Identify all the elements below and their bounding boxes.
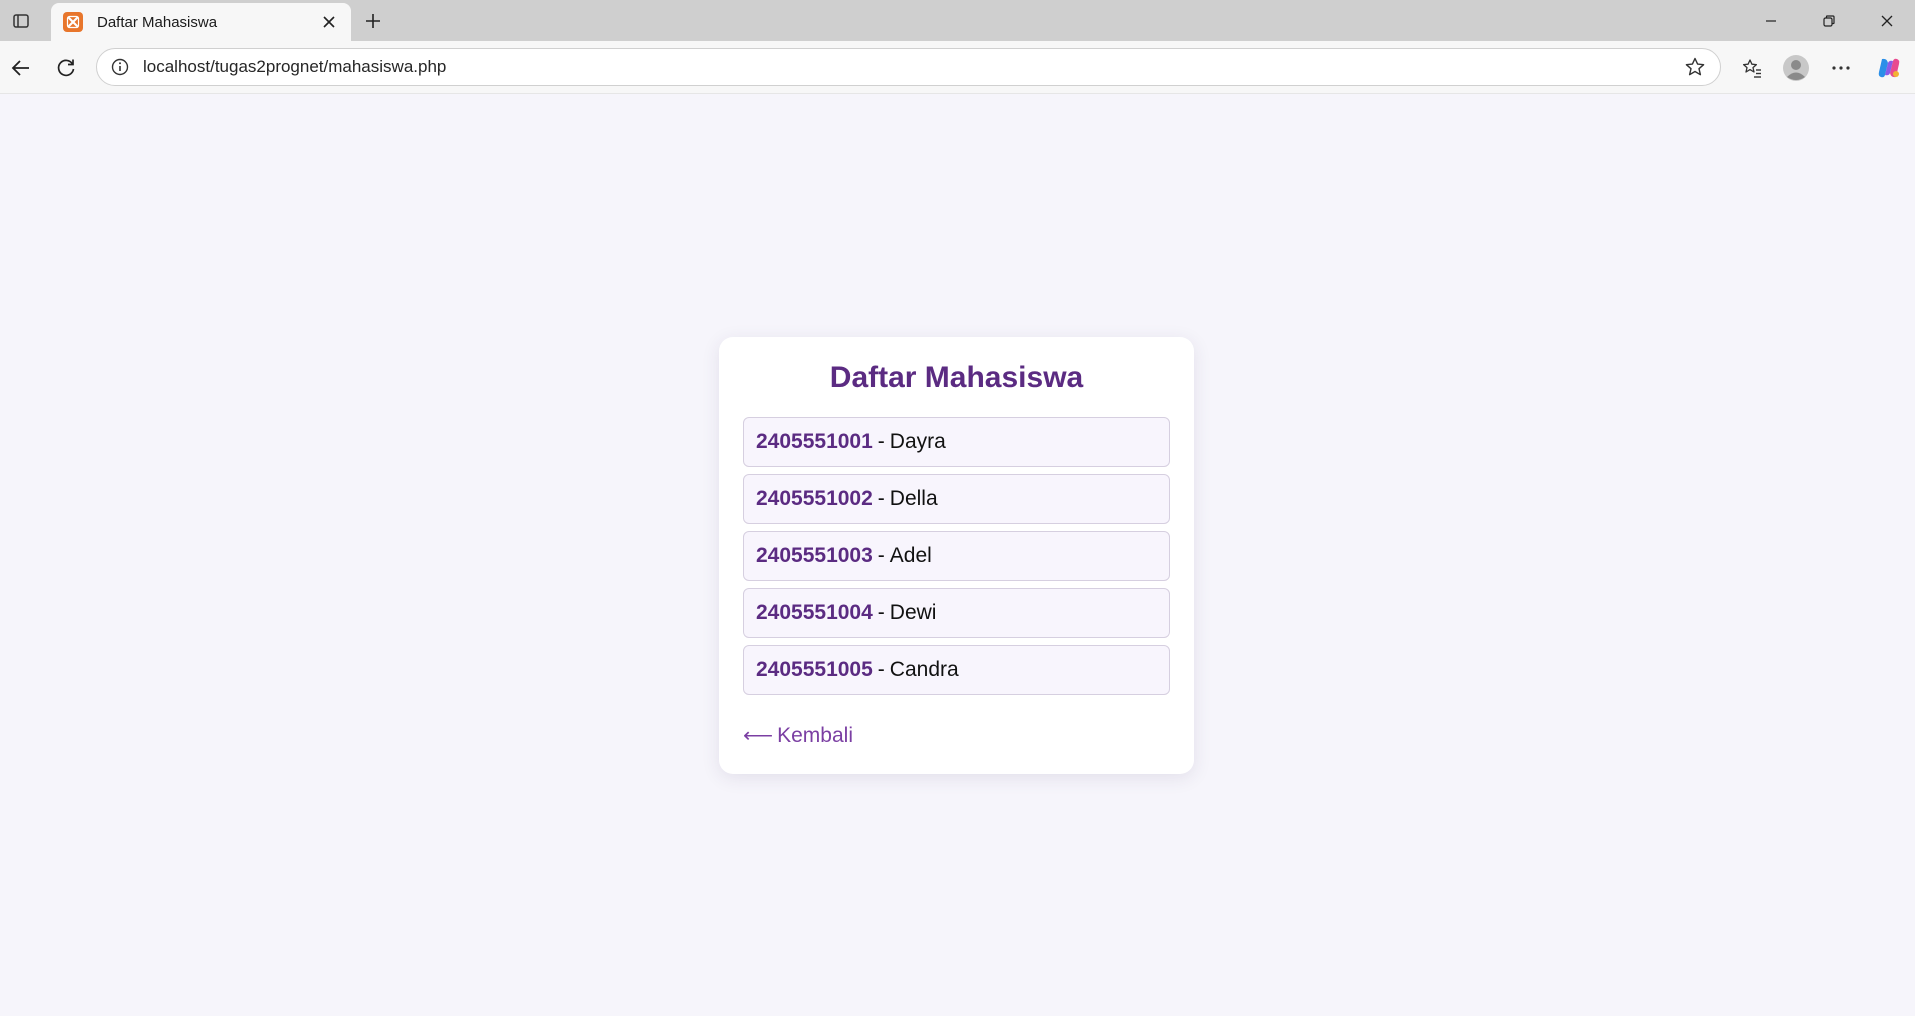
active-tab[interactable]: Daftar Mahasiswa <box>51 3 351 41</box>
copilot-icon <box>1878 58 1900 78</box>
back-button[interactable] <box>5 52 37 84</box>
back-link-label: Kembali <box>777 723 853 747</box>
separator: - <box>877 544 885 567</box>
arrow-left-icon <box>11 60 29 76</box>
tab-actions-button[interactable] <box>6 6 36 36</box>
student-name: Adel <box>889 544 932 567</box>
more-menu-button[interactable] <box>1825 52 1857 84</box>
page-title: Daftar Mahasiswa <box>829 361 1084 394</box>
student-nim: 2405551002 <box>756 487 873 510</box>
profile-button[interactable] <box>1780 52 1812 84</box>
refresh-button[interactable] <box>50 52 82 84</box>
favorites-list-icon <box>1742 59 1761 78</box>
refresh-icon <box>57 59 75 77</box>
minimize-icon <box>1766 19 1776 22</box>
minimize-button[interactable] <box>1743 0 1799 41</box>
close-window-button[interactable] <box>1859 0 1915 41</box>
close-icon <box>323 16 335 28</box>
student-name: Candra <box>889 658 959 681</box>
arrow-left-icon: ⟵ <box>743 724 774 747</box>
close-icon <box>1881 15 1893 26</box>
list-item: 2405551004 - Dewi <box>743 588 1170 638</box>
separator: - <box>877 601 885 624</box>
separator: - <box>877 487 885 510</box>
student-name: Dewi <box>889 601 937 624</box>
url-text[interactable]: localhost/tugas2prognet/mahasiswa.php <box>143 57 1682 77</box>
student-name: Dayra <box>889 430 946 453</box>
list-item: 2405551002 - Della <box>743 474 1170 524</box>
student-nim: 2405551005 <box>756 658 873 681</box>
new-tab-button[interactable] <box>358 6 388 36</box>
restore-button[interactable] <box>1801 0 1857 41</box>
avatar-icon <box>1783 55 1809 81</box>
tab-close-button[interactable] <box>319 12 339 32</box>
student-nim: 2405551003 <box>756 544 873 567</box>
browser-toolbar: localhost/tugas2prognet/mahasiswa.php <box>0 41 1915 93</box>
separator: - <box>877 430 885 453</box>
list-item: 2405551001 - Dayra <box>743 417 1170 467</box>
student-nim: 2405551004 <box>756 601 873 624</box>
tab-actions-icon <box>13 14 29 28</box>
copilot-button[interactable] <box>1873 52 1905 84</box>
restore-icon <box>1823 14 1835 27</box>
xampp-favicon-icon <box>63 12 83 32</box>
back-link[interactable]: ⟵ Kembali <box>743 723 853 748</box>
list-item: 2405551003 - Adel <box>743 531 1170 581</box>
address-bar[interactable]: localhost/tugas2prognet/mahasiswa.php <box>96 48 1721 86</box>
page-viewport: Daftar Mahasiswa 2405551001 - Dayra 2405… <box>0 93 1915 1016</box>
list-item: 2405551005 - Candra <box>743 645 1170 695</box>
more-dots-icon <box>1832 66 1850 70</box>
tab-title: Daftar Mahasiswa <box>97 13 218 31</box>
plus-icon <box>366 14 380 28</box>
student-list-card: Daftar Mahasiswa 2405551001 - Dayra 2405… <box>719 337 1194 774</box>
favorites-button[interactable] <box>1736 52 1768 84</box>
site-info-icon[interactable] <box>109 56 131 78</box>
student-name: Della <box>889 487 938 510</box>
separator: - <box>877 658 885 681</box>
student-nim: 2405551001 <box>756 430 873 453</box>
favorite-star-icon[interactable] <box>1682 54 1708 80</box>
tab-strip: Daftar Mahasiswa <box>0 0 1915 41</box>
